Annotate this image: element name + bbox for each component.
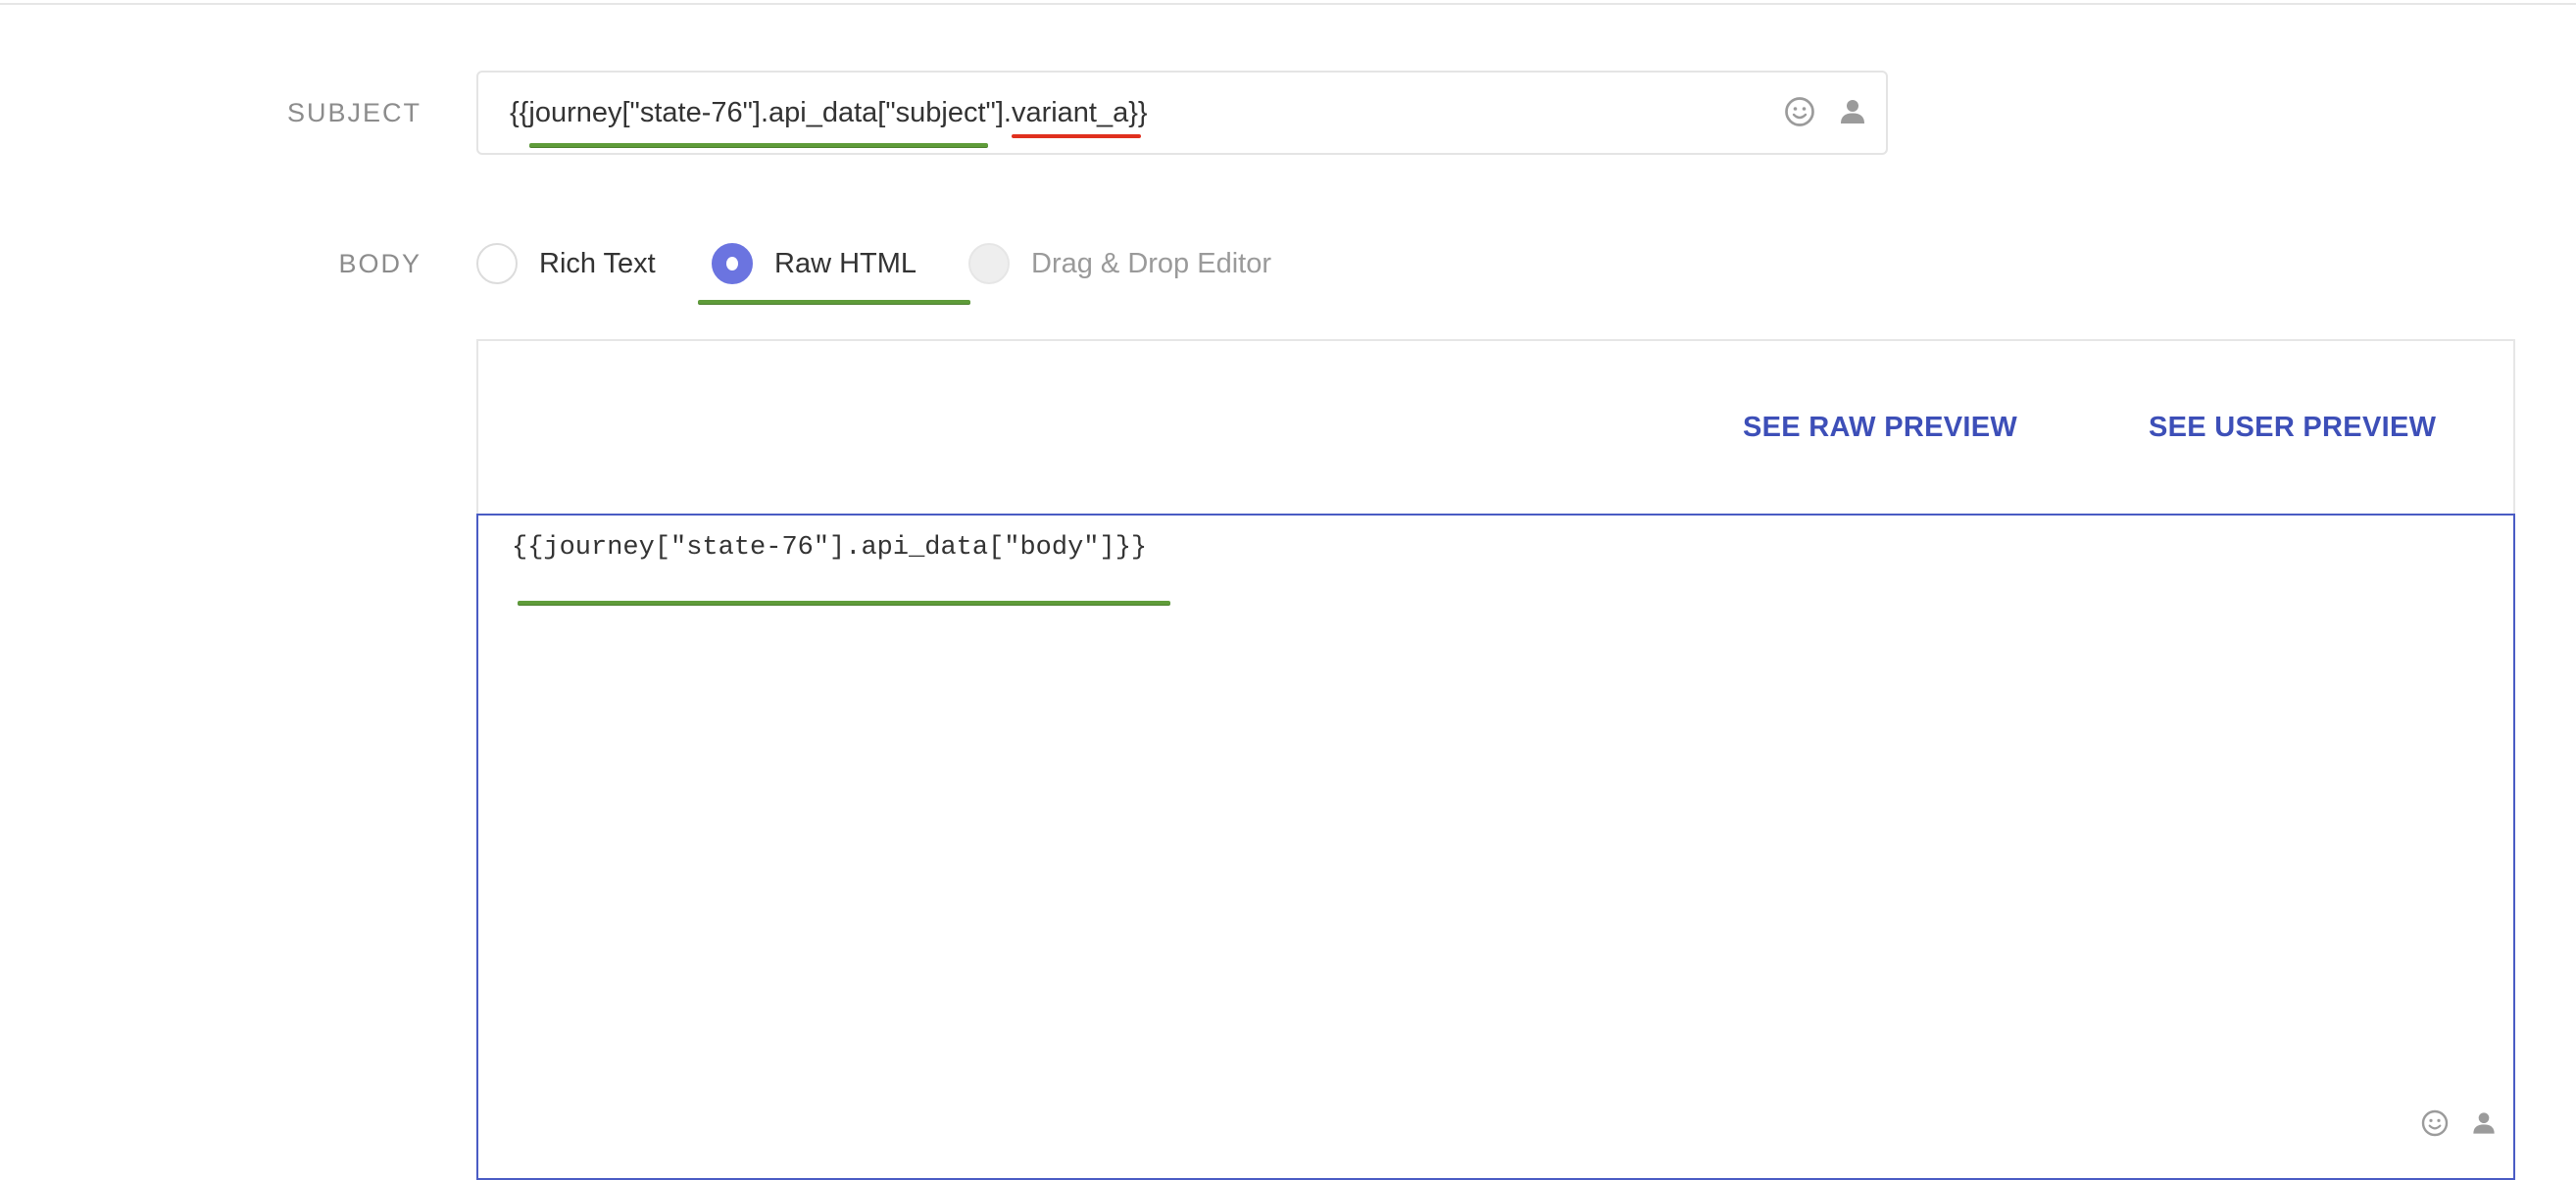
radio-raw-html-label[interactable]: Raw HTML bbox=[774, 248, 916, 280]
html-code-content[interactable]: {{journey["state-76"].api_data["body"]}} bbox=[512, 533, 1147, 563]
subject-value[interactable]: {{journey["state-76"].api_data["subject"… bbox=[510, 97, 1148, 129]
body-editor: SEE RAW PREVIEW SEE USER PREVIEW {{journ… bbox=[476, 339, 2515, 1180]
emoji-icon[interactable] bbox=[2419, 1107, 2451, 1139]
person-icon[interactable] bbox=[2468, 1107, 2500, 1139]
radio-drag-drop-label: Drag & Drop Editor bbox=[1031, 247, 1271, 279]
radio-drag-drop-circle bbox=[968, 243, 1010, 284]
person-icon[interactable] bbox=[1835, 94, 1870, 129]
subject-label: SUBJECT bbox=[286, 98, 421, 127]
subject-icon-group bbox=[1782, 94, 1870, 129]
subject-error-underline bbox=[1012, 134, 1141, 138]
radio-drag-drop: Drag & Drop Editor bbox=[968, 239, 1271, 288]
editor-icon-group bbox=[2419, 1107, 2500, 1139]
subject-ok-underline bbox=[529, 143, 988, 147]
html-code-textarea[interactable]: {{journey["state-76"].api_data["body"]}} bbox=[476, 514, 2515, 1180]
see-raw-preview-button[interactable]: SEE RAW PREVIEW bbox=[1743, 412, 2017, 444]
radio-rich-text-circle[interactable] bbox=[476, 243, 518, 284]
emoji-icon[interactable] bbox=[1782, 94, 1817, 129]
body-code-ok-underline bbox=[518, 601, 1170, 605]
see-user-preview-button[interactable]: SEE USER PREVIEW bbox=[2149, 412, 2436, 444]
radio-rich-text[interactable]: Rich Text bbox=[476, 239, 656, 288]
radio-raw-html[interactable]: Raw HTML bbox=[712, 239, 916, 288]
radio-raw-html-circle[interactable] bbox=[712, 243, 753, 284]
raw-html-ok-underline bbox=[698, 300, 970, 304]
top-divider bbox=[0, 3, 2576, 5]
body-label: BODY bbox=[338, 249, 421, 278]
radio-rich-text-label[interactable]: Rich Text bbox=[539, 248, 656, 280]
